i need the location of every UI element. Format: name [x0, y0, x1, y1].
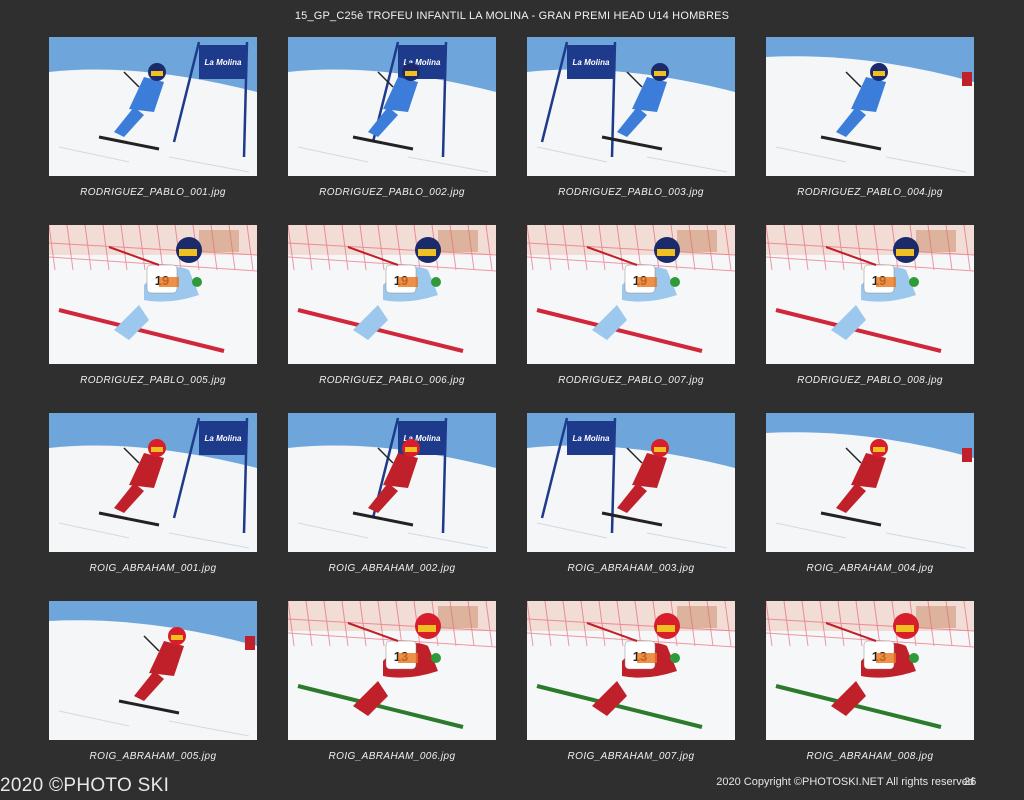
page-number: 26 [964, 776, 977, 788]
footer-copyright: 2020 Copyright ©PHOTOSKI.NET All rights … [716, 776, 974, 788]
thumbnail-grid: La Molina RODRIGUEZ_PABLO_001.jpg La Molin… [49, 37, 974, 762]
thumbnail-filename: ROIG_ABRAHAM_001.jpg [89, 563, 217, 574]
thumbnail-image[interactable]: La Molina [288, 413, 496, 552]
thumbnail-image[interactable]: 13 [766, 601, 974, 740]
thumbnail-filename: ROIG_ABRAHAM_002.jpg [328, 563, 456, 574]
thumbnail-item: RODRIGUEZ_PABLO_004.jpg [766, 37, 974, 198]
thumbnail-filename: RODRIGUEZ_PABLO_005.jpg [80, 375, 226, 386]
thumbnail-item: 19 RODRIGUEZ_PABLO_008.jpg [766, 225, 974, 386]
thumbnail-filename: RODRIGUEZ_PABLO_004.jpg [797, 187, 943, 198]
thumbnail-image[interactable] [49, 601, 257, 740]
thumbnail-item: ROIG_ABRAHAM_005.jpg [49, 601, 257, 762]
thumbnail-item: La Molina RODRIGUEZ_PABLO_001.jpg [49, 37, 257, 198]
thumbnail-item: La Molina ROIG_ABRAHAM_002.jpg [288, 413, 496, 574]
thumbnail-item: 13 ROIG_ABRAHAM_006.jpg [288, 601, 496, 762]
thumbnail-item: 19 RODRIGUEZ_PABLO_006.jpg [288, 225, 496, 386]
svg-text:La Molina: La Molina [205, 434, 242, 443]
thumbnail-filename: ROIG_ABRAHAM_003.jpg [567, 563, 695, 574]
thumbnail-item: 13 ROIG_ABRAHAM_008.jpg [766, 601, 974, 762]
thumbnail-item: 19 RODRIGUEZ_PABLO_007.jpg [527, 225, 735, 386]
thumbnail-item: La Molina RODRIGUEZ_PABLO_003.jpg [527, 37, 735, 198]
thumbnail-item: La Molina ROIG_ABRAHAM_003.jpg [527, 413, 735, 574]
page-title: 15_GP_C25è TROFEU INFANTIL LA MOLINA - G… [294, 10, 730, 22]
thumbnail-filename: RODRIGUEZ_PABLO_002.jpg [319, 187, 465, 198]
thumbnail-filename: ROIG_ABRAHAM_008.jpg [806, 751, 934, 762]
thumbnail-image[interactable] [766, 37, 974, 176]
thumbnail-image[interactable]: 13 [288, 601, 496, 740]
thumbnail-image[interactable]: La Molina [527, 413, 735, 552]
thumbnail-image[interactable] [766, 413, 974, 552]
thumbnail-image[interactable]: La Molina [49, 413, 257, 552]
thumbnail-image[interactable]: La Molina [49, 37, 257, 176]
thumbnail-filename: ROIG_ABRAHAM_004.jpg [806, 563, 934, 574]
thumbnail-item: ROIG_ABRAHAM_004.jpg [766, 413, 974, 574]
thumbnail-image[interactable]: La Molina [527, 37, 735, 176]
thumbnail-filename: ROIG_ABRAHAM_006.jpg [328, 751, 456, 762]
watermark: 2020 ©PHOTO SKI [0, 775, 170, 796]
svg-text:La Molina: La Molina [573, 58, 610, 67]
thumbnail-image[interactable]: 13 [527, 601, 735, 740]
thumbnail-item: 13 ROIG_ABRAHAM_007.jpg [527, 601, 735, 762]
thumbnail-image[interactable]: La Molina [288, 37, 496, 176]
thumbnail-filename: RODRIGUEZ_PABLO_003.jpg [558, 187, 704, 198]
thumbnail-image[interactable]: 19 [288, 225, 496, 364]
thumbnail-filename: RODRIGUEZ_PABLO_001.jpg [80, 187, 226, 198]
thumbnail-filename: RODRIGUEZ_PABLO_008.jpg [797, 375, 943, 386]
thumbnail-image[interactable]: 19 [49, 225, 257, 364]
thumbnail-image[interactable]: 19 [527, 225, 735, 364]
thumbnail-item: La Molina RODRIGUEZ_PABLO_002.jpg [288, 37, 496, 198]
svg-text:La Molina: La Molina [573, 434, 610, 443]
thumbnail-item: La Molina ROIG_ABRAHAM_001.jpg [49, 413, 257, 574]
thumbnail-filename: RODRIGUEZ_PABLO_007.jpg [558, 375, 704, 386]
svg-text:La Molina: La Molina [205, 58, 242, 67]
thumbnail-filename: ROIG_ABRAHAM_007.jpg [567, 751, 695, 762]
thumbnail-filename: ROIG_ABRAHAM_005.jpg [89, 751, 217, 762]
thumbnail-image[interactable]: 19 [766, 225, 974, 364]
thumbnail-item: 19 RODRIGUEZ_PABLO_005.jpg [49, 225, 257, 386]
thumbnail-filename: RODRIGUEZ_PABLO_006.jpg [319, 375, 465, 386]
